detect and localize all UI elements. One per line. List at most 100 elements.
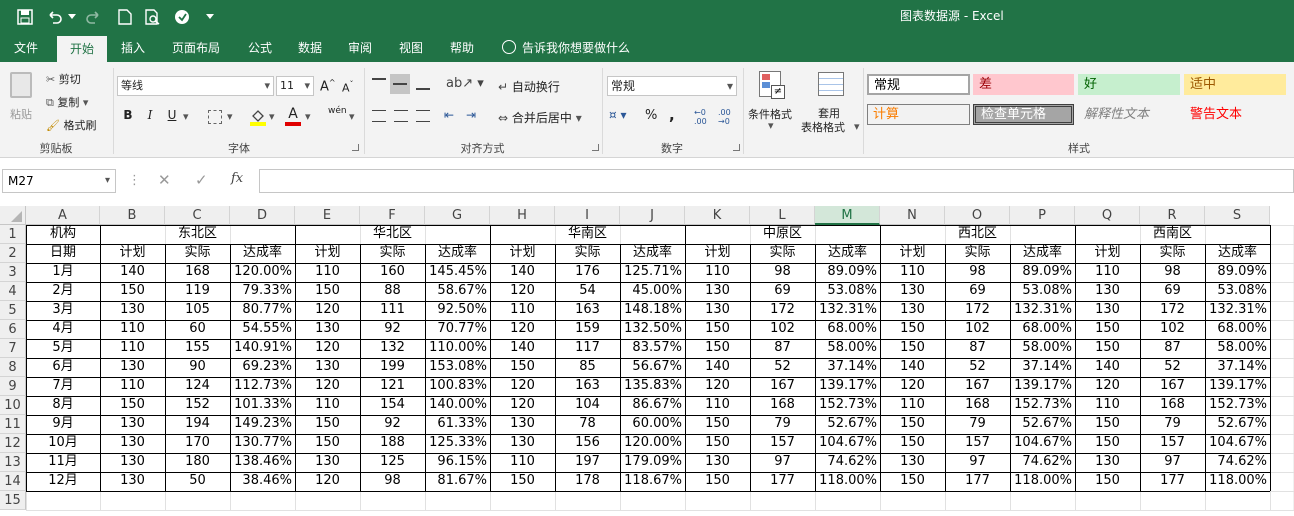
cell-e3[interactable]: 110 [295, 263, 360, 282]
cell-j11[interactable]: 60.00% [620, 415, 685, 434]
cell-p7[interactable]: 58.00% [1010, 339, 1075, 358]
cell-n6[interactable]: 150 [880, 320, 945, 339]
cell-m6[interactable]: 68.00% [815, 320, 880, 339]
cell-i14[interactable]: 178 [555, 472, 620, 491]
cell-n5[interactable]: 130 [880, 301, 945, 320]
cell-r5[interactable]: 172 [1140, 301, 1205, 320]
column-header-p[interactable]: P [1010, 206, 1075, 225]
alignment-dialog-launcher-icon[interactable] [592, 144, 599, 151]
cell-g9[interactable]: 100.83% [425, 377, 490, 396]
cell-d5[interactable]: 80.77% [230, 301, 295, 320]
column-header-h[interactable]: H [490, 206, 555, 225]
cell-h13[interactable]: 110 [490, 453, 555, 472]
cell-b3[interactable]: 140 [100, 263, 165, 282]
cell-o3[interactable]: 98 [945, 263, 1010, 282]
cancel-icon[interactable]: ✕ [158, 171, 171, 189]
cell-a10[interactable]: 8月 [26, 396, 100, 415]
cell-c13[interactable]: 180 [165, 453, 230, 472]
row-header-13[interactable]: 13 [0, 453, 26, 472]
cell-n8[interactable]: 140 [880, 358, 945, 377]
column-header-s[interactable]: S [1205, 206, 1270, 225]
cell-p10[interactable]: 152.73% [1010, 396, 1075, 415]
cell-e9[interactable]: 120 [295, 377, 360, 396]
row-header-4[interactable]: 4 [0, 282, 26, 301]
cell-p4[interactable]: 53.08% [1010, 282, 1075, 301]
cell-h4[interactable]: 120 [490, 282, 555, 301]
cell-j4[interactable]: 45.00% [620, 282, 685, 301]
cell-n13[interactable]: 130 [880, 453, 945, 472]
row-header-7[interactable]: 7 [0, 339, 26, 358]
insert-function-icon[interactable]: fx [231, 171, 243, 186]
cell-l12[interactable]: 157 [750, 434, 815, 453]
align-bottom-icon[interactable] [416, 78, 430, 90]
cell-k12[interactable]: 150 [685, 434, 750, 453]
cell-a9[interactable]: 7月 [26, 377, 100, 396]
cell-s8[interactable]: 37.14% [1205, 358, 1270, 377]
tab-file[interactable]: 文件 [6, 34, 46, 62]
cell-o14[interactable]: 177 [945, 472, 1010, 491]
cell-c6[interactable]: 60 [165, 320, 230, 339]
cell-i9[interactable]: 163 [555, 377, 620, 396]
font-color-dropdown-icon[interactable]: ▾ [305, 110, 311, 123]
tab-page-layout[interactable]: 页面布局 [164, 34, 228, 62]
cell-a7[interactable]: 5月 [26, 339, 100, 358]
cell-g5[interactable]: 92.50% [425, 301, 490, 320]
cell-m5[interactable]: 132.31% [815, 301, 880, 320]
cell-o6[interactable]: 102 [945, 320, 1010, 339]
touch-mode-icon[interactable] [172, 6, 194, 28]
cut-button[interactable]: ✂ 剪切 [46, 71, 81, 87]
cell-q12[interactable]: 150 [1075, 434, 1140, 453]
align-left-icon[interactable] [372, 110, 386, 122]
cell-r8[interactable]: 52 [1140, 358, 1205, 377]
cell-e7[interactable]: 120 [295, 339, 360, 358]
cell-b8[interactable]: 130 [100, 358, 165, 377]
cell-b10[interactable]: 150 [100, 396, 165, 415]
cell-k13[interactable]: 130 [685, 453, 750, 472]
cell-p14[interactable]: 118.00% [1010, 472, 1075, 491]
cell-d10[interactable]: 101.33% [230, 396, 295, 415]
cell-s5[interactable]: 132.31% [1205, 301, 1270, 320]
cell-q5[interactable]: 130 [1075, 301, 1140, 320]
tab-view[interactable]: 视图 [391, 34, 431, 62]
cell-j7[interactable]: 83.57% [620, 339, 685, 358]
save-icon[interactable] [14, 6, 36, 28]
align-top-icon[interactable] [372, 78, 386, 90]
cell-l13[interactable]: 97 [750, 453, 815, 472]
cell-k6[interactable]: 150 [685, 320, 750, 339]
cell-c3[interactable]: 168 [165, 263, 230, 282]
cell-e13[interactable]: 130 [295, 453, 360, 472]
cell-d8[interactable]: 69.23% [230, 358, 295, 377]
style-bad[interactable]: 差 [973, 74, 1074, 95]
cell-c11[interactable]: 194 [165, 415, 230, 434]
cell-r13[interactable]: 97 [1140, 453, 1205, 472]
shrink-font-button[interactable]: Aˇ [342, 80, 354, 95]
cell-f12[interactable]: 188 [360, 434, 425, 453]
cell-p12[interactable]: 104.67% [1010, 434, 1075, 453]
cell-f13[interactable]: 125 [360, 453, 425, 472]
cell-a8[interactable]: 6月 [26, 358, 100, 377]
font-size-select[interactable]: 11 ▾ [276, 76, 314, 96]
cell-d12[interactable]: 130.77% [230, 434, 295, 453]
cell-o13[interactable]: 97 [945, 453, 1010, 472]
cell-b14[interactable]: 130 [100, 472, 165, 491]
cell-a13[interactable]: 11月 [26, 453, 100, 472]
cell-i6[interactable]: 159 [555, 320, 620, 339]
cell-p8[interactable]: 37.14% [1010, 358, 1075, 377]
cell-d11[interactable]: 149.23% [230, 415, 295, 434]
cell-b11[interactable]: 130 [100, 415, 165, 434]
border-icon[interactable] [208, 110, 222, 124]
paste-button[interactable]: 粘贴 [6, 68, 38, 128]
cell-h12[interactable]: 130 [490, 434, 555, 453]
tab-formulas[interactable]: 公式 [240, 34, 280, 62]
cell-r14[interactable]: 177 [1140, 472, 1205, 491]
row-header-9[interactable]: 9 [0, 377, 26, 396]
cell-q7[interactable]: 150 [1075, 339, 1140, 358]
cell-k10[interactable]: 110 [685, 396, 750, 415]
cell-q6[interactable]: 150 [1075, 320, 1140, 339]
cell-f5[interactable]: 111 [360, 301, 425, 320]
cell-l11[interactable]: 79 [750, 415, 815, 434]
cell-l9[interactable]: 167 [750, 377, 815, 396]
cell-m3[interactable]: 89.09% [815, 263, 880, 282]
column-header-i[interactable]: I [555, 206, 620, 225]
enter-icon[interactable]: ✓ [195, 171, 208, 189]
